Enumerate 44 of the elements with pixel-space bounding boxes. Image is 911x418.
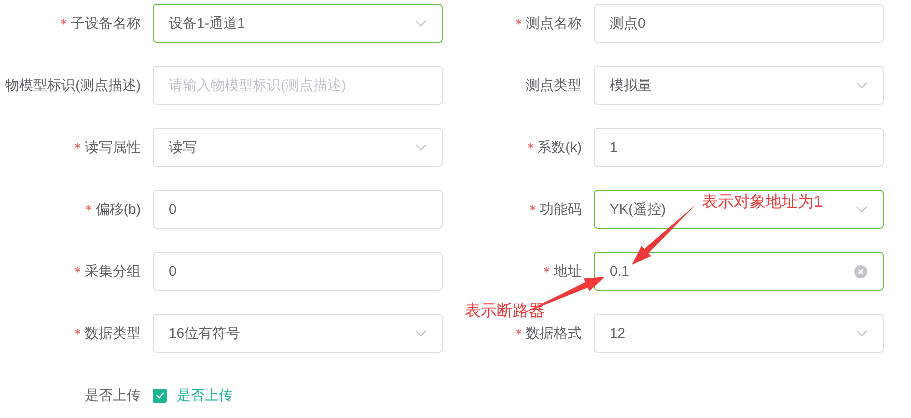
select-field[interactable]: 12 xyxy=(594,314,884,353)
checkbox[interactable] xyxy=(153,388,167,402)
field-label: 采集分组 xyxy=(85,262,141,281)
required-asterisk-icon xyxy=(516,328,522,334)
input-field[interactable]: 0 xyxy=(153,252,443,291)
chevron-down-icon xyxy=(856,206,868,213)
input-field[interactable]: 1 xyxy=(594,128,884,167)
required-asterisk-icon xyxy=(86,204,92,210)
select-field[interactable]: 模拟量 xyxy=(594,66,884,105)
field-label: 测点类型 xyxy=(526,76,582,95)
field-label: 地址 xyxy=(554,262,582,281)
select-field[interactable]: 读写 xyxy=(153,128,443,167)
field-label: 是否上传 xyxy=(85,386,141,405)
field-label: 物模型标识(测点描述) xyxy=(6,76,141,95)
field-label: 功能码 xyxy=(540,200,582,219)
select-field[interactable]: 设备1-通道1 xyxy=(153,4,443,43)
field-label: 偏移(b) xyxy=(96,200,141,219)
chevron-down-icon xyxy=(415,20,427,27)
field-label: 数据类型 xyxy=(85,324,141,343)
select-field[interactable]: 16位有符号 xyxy=(153,314,443,353)
chevron-down-icon xyxy=(856,330,868,337)
checkmark-icon xyxy=(156,392,164,399)
chevron-down-icon xyxy=(856,82,868,89)
required-asterisk-icon xyxy=(75,328,81,334)
required-asterisk-icon xyxy=(61,18,67,24)
field-label: 系数(k) xyxy=(538,138,582,157)
field-label: 测点名称 xyxy=(526,14,582,33)
chevron-down-icon xyxy=(415,330,427,337)
input-field[interactable]: 0 xyxy=(153,190,443,229)
required-asterisk-icon xyxy=(530,204,536,210)
input-field[interactable]: 测点0 xyxy=(594,4,884,43)
chevron-down-icon xyxy=(415,144,427,151)
required-asterisk-icon xyxy=(544,266,550,272)
field-label: 子设备名称 xyxy=(71,14,141,33)
field-label: 读写属性 xyxy=(85,138,141,157)
annotation-text: 表示对象地址为1 xyxy=(702,192,823,213)
required-asterisk-icon xyxy=(516,18,522,24)
input-field[interactable]: 0.1 xyxy=(594,252,884,291)
field-label: 数据格式 xyxy=(526,324,582,343)
arrow xyxy=(632,204,697,265)
required-asterisk-icon xyxy=(75,142,81,148)
required-asterisk-icon xyxy=(528,142,534,148)
clear-icon[interactable] xyxy=(854,264,868,278)
required-asterisk-icon xyxy=(75,266,81,272)
